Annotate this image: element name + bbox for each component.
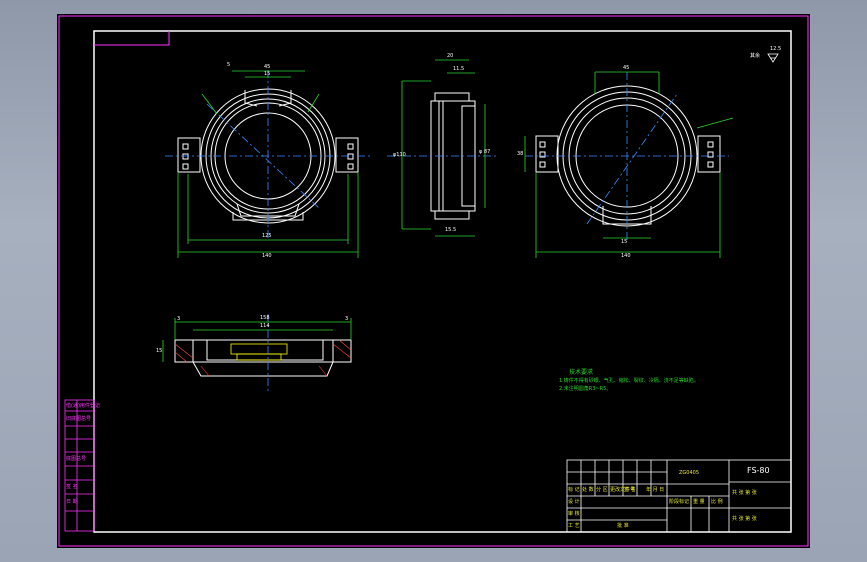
drawing-sheet: 其余 12.5 借(通)用件登记 旧底图总号 底图总号 签 名 日 期 140 … bbox=[57, 14, 810, 548]
roughness-other-label: 其余 bbox=[750, 53, 761, 59]
front-width-dim: 140 bbox=[262, 253, 272, 259]
rear-top-dim: 45 bbox=[623, 65, 630, 71]
stamp-borrow-register: 借(通)用件登记 bbox=[66, 403, 100, 409]
rear-width-dim: 140 bbox=[621, 253, 631, 259]
section-inner-dim: 114 bbox=[260, 323, 270, 329]
stamp-old-drawing-number: 旧底图总号 bbox=[66, 416, 92, 422]
approval-approve: 批 准 bbox=[617, 523, 629, 529]
row-label-mark: 标 记 bbox=[568, 487, 580, 493]
row-label-zone: 分 区 bbox=[596, 487, 608, 493]
rear-view bbox=[524, 71, 734, 258]
roughness-value: 12.5 bbox=[770, 46, 782, 52]
roughness-symbol bbox=[767, 53, 779, 63]
approval-design: 设 计 bbox=[568, 499, 580, 505]
stamp-drawing-number: 底图总号 bbox=[66, 456, 87, 462]
side-view bbox=[387, 59, 497, 237]
stamp-date: 日 期 bbox=[66, 499, 78, 505]
front-view bbox=[165, 70, 371, 258]
section-view bbox=[162, 314, 352, 392]
material-label: ZG0405 bbox=[679, 470, 700, 476]
scale-label: 比 例 bbox=[711, 499, 723, 505]
stamp-signature: 签 名 bbox=[66, 484, 78, 490]
row-label-date: 年 月 日 bbox=[646, 487, 665, 493]
sheet-info-1: 共 张 第 张 bbox=[732, 490, 757, 496]
weight-label: 重 量 bbox=[693, 499, 705, 505]
section-edge-left-dim: 3 bbox=[177, 316, 181, 322]
outer-frame bbox=[58, 15, 809, 547]
row-label-count: 处 数 bbox=[582, 487, 594, 493]
row-label-signature: 签 名 bbox=[624, 487, 636, 493]
side-right-dim: φ 87 bbox=[479, 149, 491, 155]
approval-review: 审 核 bbox=[568, 511, 580, 517]
rear-bottom-dim: 15 bbox=[621, 239, 628, 245]
tech-notes-line2: 2.未注明圆角R3~R5。 bbox=[559, 386, 612, 392]
front-top-dim: 45 bbox=[264, 64, 271, 70]
front-inner-dim: 125 bbox=[262, 233, 272, 239]
tech-notes-heading: 技术要求 bbox=[569, 369, 594, 376]
section-height-dim: 15 bbox=[156, 348, 163, 354]
cad-drawing bbox=[58, 15, 809, 547]
rear-left-dim: 38 bbox=[517, 151, 524, 157]
side-bottom-dim: 15.5 bbox=[445, 227, 457, 233]
corner-code-box bbox=[94, 31, 170, 46]
stage-mark-label: 阶段标记 bbox=[669, 499, 690, 505]
front-top-small-dim: 15 bbox=[264, 71, 271, 77]
side-top-dim: 20 bbox=[447, 53, 454, 59]
sheet-info-2: 共 张 第 张 bbox=[732, 516, 757, 522]
section-total-dim: 158 bbox=[260, 315, 270, 321]
tech-notes-line1: 1.铸件不得有砂眼、气孔、缩松、裂纹、冷隔、浇不足等缺陷。 bbox=[559, 378, 699, 384]
side-top2-dim: 11.5 bbox=[453, 66, 465, 72]
drawing-number: FS-80 bbox=[747, 466, 770, 475]
approval-process: 工 艺 bbox=[568, 523, 580, 529]
section-edge-right-dim: 3 bbox=[345, 316, 349, 322]
front-side-dim: 5 bbox=[227, 62, 231, 68]
side-height-dim: φ110 bbox=[393, 152, 406, 158]
